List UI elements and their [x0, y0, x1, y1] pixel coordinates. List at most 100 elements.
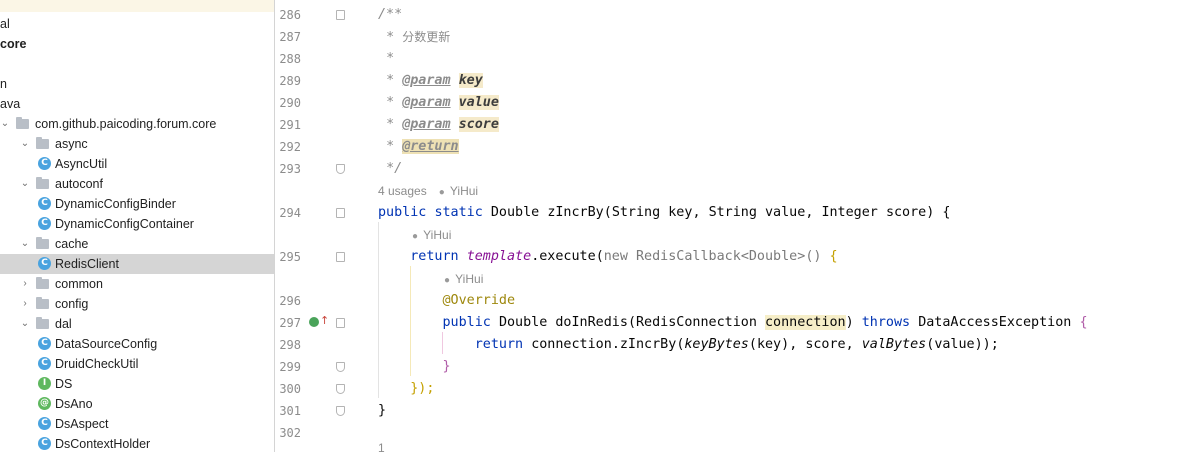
tree-item-label: ava	[0, 97, 21, 111]
author-hint[interactable]: ● YiHui	[410, 224, 451, 246]
chevron-right-icon[interactable]: ›	[20, 274, 30, 294]
tree-item[interactable]: ⌄ com.github.paicoding.forum.core	[0, 114, 274, 134]
chevron-down-icon[interactable]: ⌄	[20, 234, 30, 254]
type: Double	[490, 205, 540, 220]
tree-item[interactable]: ava	[0, 94, 274, 114]
tree-item[interactable]: › config	[0, 294, 274, 314]
line-number[interactable]: 292	[275, 136, 301, 158]
punct: {	[1079, 315, 1088, 330]
javadoc-param-name: key	[458, 73, 483, 88]
usages-count[interactable]: 4 usages	[378, 184, 427, 198]
tree-item-label: common	[55, 277, 103, 291]
line-number[interactable]: 291	[275, 114, 301, 136]
project-tree: al core n ava ⌄ com.github.paicoding.forum.co…	[0, 0, 275, 452]
tree-item-label: DsAno	[55, 397, 93, 411]
tree-item[interactable]: n	[0, 74, 274, 94]
tree-item[interactable]: @ DsAno	[0, 394, 274, 414]
usages-count[interactable]: 1	[378, 441, 385, 455]
line-number[interactable]: 299	[275, 356, 301, 378]
tree-item-label: com.github.paicoding.forum.core	[35, 117, 217, 131]
tree-item[interactable]: ⌄ dal	[0, 314, 274, 334]
fold-marker-icon[interactable]	[336, 164, 345, 174]
line-number[interactable]: 288	[275, 48, 301, 70]
tree-item[interactable]: ⌄ async	[0, 134, 274, 154]
line-number[interactable]: 296	[275, 290, 301, 312]
line-number[interactable]: 294	[275, 202, 301, 224]
tree-item[interactable]	[0, 54, 274, 74]
tree-item[interactable]: C DruidCheckUtil	[0, 354, 274, 374]
code-editor[interactable]: /** * 分数更新 * * @param key * @param value…	[350, 0, 1193, 455]
line-number[interactable]: 302	[275, 422, 301, 444]
tree-item[interactable]: C DynamicConfigContainer	[0, 214, 274, 234]
fold-marker-icon[interactable]	[336, 406, 345, 416]
class-icon: C	[38, 437, 51, 450]
tree-item-label: cache	[55, 237, 89, 251]
javadoc-star: *	[386, 51, 395, 66]
line-number[interactable]: 290	[275, 92, 301, 114]
tree-item-label: dal	[55, 317, 72, 331]
tree-item[interactable]: C DynamicConfigBinder	[0, 194, 274, 214]
editor-gutter: 286 287 288 289 290 291 292 293 294 295 296 297 298 2…	[275, 0, 350, 452]
javadoc-open: /**	[378, 7, 403, 22]
fold-marker-icon[interactable]	[336, 362, 345, 372]
author-name[interactable]: YiHui	[455, 272, 483, 286]
tree-item[interactable]: C RedisClient	[0, 254, 274, 274]
fold-marker-icon[interactable]	[336, 10, 345, 20]
author-hint[interactable]: ● YiHui	[442, 268, 483, 290]
line-number[interactable]: 300	[275, 378, 301, 400]
param-highlight: connection	[765, 315, 846, 330]
line-number[interactable]: 286	[275, 4, 301, 26]
code-line-301: }	[378, 400, 386, 422]
param: key	[668, 205, 693, 220]
tree-item[interactable]: core	[0, 34, 274, 54]
tree-item[interactable]: C DsContextHolder	[0, 434, 274, 452]
tree-item-label: config	[55, 297, 89, 311]
chevron-down-icon[interactable]: ⌄	[0, 114, 10, 134]
line-number[interactable]: 297	[275, 312, 301, 334]
tree-item[interactable]: ⌄ cache	[0, 234, 274, 254]
punct: ,	[789, 337, 798, 352]
line-number[interactable]: 287	[275, 26, 301, 48]
tree-item[interactable]: C DsAspect	[0, 414, 274, 434]
fold-marker-icon[interactable]	[336, 384, 345, 394]
class-icon: C	[38, 157, 51, 170]
arrow-up-icon[interactable]: ↑	[320, 313, 329, 329]
usages-hint[interactable]: 4 usages ● YiHui	[378, 180, 478, 202]
tree-item[interactable]: C DataSourceConfig	[0, 334, 274, 354]
line-number[interactable]: 289	[275, 70, 301, 92]
author-name[interactable]: YiHui	[450, 184, 478, 198]
tree-item[interactable]: al	[0, 14, 274, 34]
folder-icon	[36, 237, 49, 249]
fold-marker-icon[interactable]	[336, 318, 345, 328]
next-usages-hint[interactable]: 1	[378, 441, 385, 455]
punct: )	[781, 337, 790, 352]
line-number[interactable]: 295	[275, 246, 301, 268]
code-line-295: return template.execute(new RedisCallbac…	[378, 246, 837, 268]
chevron-down-icon[interactable]: ⌄	[20, 134, 30, 154]
chevron-right-icon[interactable]: ›	[20, 294, 30, 314]
code-line-293: */	[378, 158, 402, 180]
tree-item[interactable]: I DS	[0, 374, 274, 394]
fold-marker-icon[interactable]	[336, 252, 345, 262]
kw: throws	[861, 315, 911, 330]
param: key	[756, 337, 782, 352]
line-number[interactable]: 301	[275, 400, 301, 422]
folder-icon	[36, 317, 49, 329]
line-number[interactable]: 293	[275, 158, 301, 180]
punct: (	[748, 337, 757, 352]
tree-item-label: DruidCheckUtil	[55, 357, 139, 371]
override-icon[interactable]	[309, 317, 319, 327]
javadoc-param-tag: @param	[402, 95, 451, 110]
tree-item[interactable]: ⌄ autoconf	[0, 174, 274, 194]
static-call: keyBytes	[684, 337, 749, 352]
class-icon: C	[38, 357, 51, 370]
chevron-down-icon[interactable]: ⌄	[20, 314, 30, 334]
punct: ,	[805, 205, 814, 220]
tree-item[interactable]: › common	[0, 274, 274, 294]
chevron-down-icon[interactable]: ⌄	[20, 174, 30, 194]
tree-item[interactable]: C AsyncUtil	[0, 154, 274, 174]
line-number[interactable]: 298	[275, 334, 301, 356]
punct: {	[942, 205, 951, 220]
author-name[interactable]: YiHui	[423, 228, 451, 242]
fold-marker-icon[interactable]	[336, 208, 345, 218]
